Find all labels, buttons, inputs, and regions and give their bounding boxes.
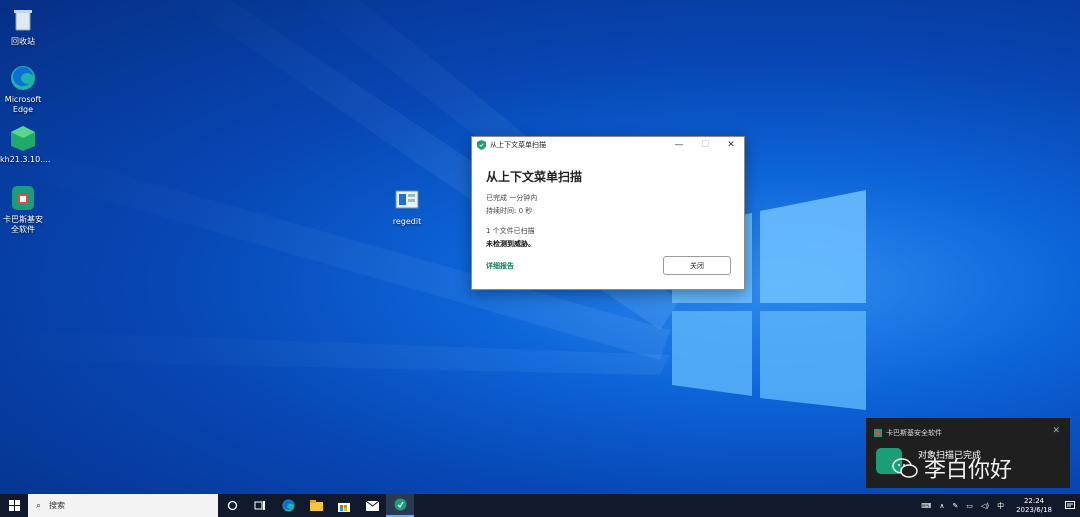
mail-icon bbox=[365, 500, 379, 511]
tray-ime[interactable]: 中 bbox=[997, 501, 1004, 511]
kaspersky-icon bbox=[394, 498, 406, 511]
dialog-titlebar[interactable]: 从上下文菜单扫描 — ☐ ✕ bbox=[472, 137, 744, 153]
scan-dialog: 从上下文菜单扫描 — ☐ ✕ 从上下文菜单扫描 已完成 一分钟内 持续时间: 0… bbox=[471, 136, 745, 290]
scan-duration: 持续时间: 0 秒 bbox=[486, 207, 533, 215]
maximize-button[interactable]: ☐ bbox=[692, 137, 718, 153]
desktop-icon-label: regedit bbox=[392, 217, 422, 226]
dialog-window-title: 从上下文菜单扫描 bbox=[490, 141, 546, 149]
desktop-icon-label: kh21.3.10.... bbox=[0, 155, 51, 164]
tray-chevron-up-icon[interactable]: ∧ bbox=[939, 502, 944, 510]
kaspersky-icon bbox=[9, 184, 37, 212]
toast-app-name: 卡巴斯基安全软件 bbox=[886, 429, 942, 437]
search-placeholder: 搜索 bbox=[49, 501, 66, 510]
tray-keyboard-icon[interactable]: ⌨ bbox=[921, 502, 931, 510]
folder-icon bbox=[309, 500, 323, 511]
recycle-bin-icon bbox=[9, 6, 37, 34]
taskbar-edge[interactable] bbox=[274, 494, 302, 517]
scan-status: 已完成 一分钟内 bbox=[486, 194, 538, 202]
clock-time: 22:24 bbox=[1023, 496, 1045, 505]
taskbar-mail[interactable] bbox=[358, 494, 386, 517]
window-close-button[interactable]: ✕ bbox=[718, 137, 744, 153]
edge-icon bbox=[9, 64, 37, 92]
kaspersky-small-icon bbox=[874, 429, 882, 437]
taskbar: ⌕ 搜索 ⌨ ∧ ✎ ▭ ◁) 中 22:24 2023/6/18 bbox=[0, 494, 1080, 517]
cortana-button[interactable] bbox=[218, 494, 246, 517]
files-scanned: 1 个文件已扫描 bbox=[486, 227, 535, 235]
dialog-heading: 从上下文菜单扫描 bbox=[486, 170, 583, 184]
installer-icon bbox=[9, 124, 37, 152]
close-button[interactable]: 关闭 bbox=[663, 256, 731, 275]
clock-date: 2023/6/18 bbox=[1016, 505, 1052, 514]
windows-icon bbox=[8, 500, 20, 511]
search-box[interactable]: ⌕ 搜索 bbox=[28, 494, 218, 517]
toast-header: 卡巴斯基安全软件 bbox=[874, 428, 942, 438]
watermark: 李白你好 bbox=[892, 452, 1012, 484]
detailed-report-link[interactable]: 详细报告 bbox=[486, 261, 514, 271]
taskbar-store[interactable] bbox=[330, 494, 358, 517]
notification-center-button[interactable] bbox=[1060, 500, 1080, 511]
desktop-icon-label: Microsoft Edge bbox=[4, 95, 42, 114]
edge-icon bbox=[282, 499, 294, 512]
task-view-button[interactable] bbox=[246, 494, 274, 517]
desktop-icon-regedit[interactable]: regedit bbox=[384, 186, 430, 227]
taskbar-kaspersky[interactable] bbox=[386, 494, 414, 517]
kaspersky-shield-icon bbox=[477, 140, 486, 150]
notification-toast[interactable]: 卡巴斯基安全软件 ✕ 对象扫描已完成 李白你好 bbox=[866, 418, 1070, 488]
search-icon: ⌕ bbox=[36, 500, 42, 511]
desktop-icon-installer[interactable]: kh21.3.10.... bbox=[0, 124, 51, 165]
start-button[interactable] bbox=[0, 494, 28, 517]
wechat-icon bbox=[892, 458, 918, 478]
taskbar-file-explorer[interactable] bbox=[302, 494, 330, 517]
tray-network-icon[interactable]: ▭ bbox=[966, 502, 973, 510]
regedit-icon bbox=[393, 186, 421, 214]
toast-close-icon[interactable]: ✕ bbox=[1052, 426, 1060, 436]
desktop-icon-label: 回收站 bbox=[11, 37, 35, 46]
tray-volume-icon[interactable]: ◁) bbox=[981, 502, 989, 510]
notification-icon bbox=[1065, 500, 1075, 509]
desktop-icon-label: 卡巴斯基安全软件 bbox=[3, 215, 43, 234]
tray-pen-icon[interactable]: ✎ bbox=[952, 502, 958, 510]
system-tray: ⌨ ∧ ✎ ▭ ◁) 中 22:24 2023/6/18 bbox=[917, 494, 1080, 517]
cortana-icon bbox=[227, 500, 237, 511]
scan-result: 未检测到威胁。 bbox=[486, 240, 535, 248]
desktop-icon-edge[interactable]: Microsoft Edge bbox=[0, 64, 46, 115]
desktop-icon-recycle-bin[interactable]: 回收站 bbox=[0, 6, 46, 47]
store-icon bbox=[338, 502, 350, 512]
minimize-button[interactable]: — bbox=[666, 137, 692, 153]
watermark-text: 李白你好 bbox=[924, 458, 1013, 483]
desktop-icon-kaspersky[interactable]: 卡巴斯基安全软件 bbox=[0, 184, 46, 235]
task-view-icon bbox=[254, 501, 265, 510]
clock[interactable]: 22:24 2023/6/18 bbox=[1016, 497, 1052, 515]
